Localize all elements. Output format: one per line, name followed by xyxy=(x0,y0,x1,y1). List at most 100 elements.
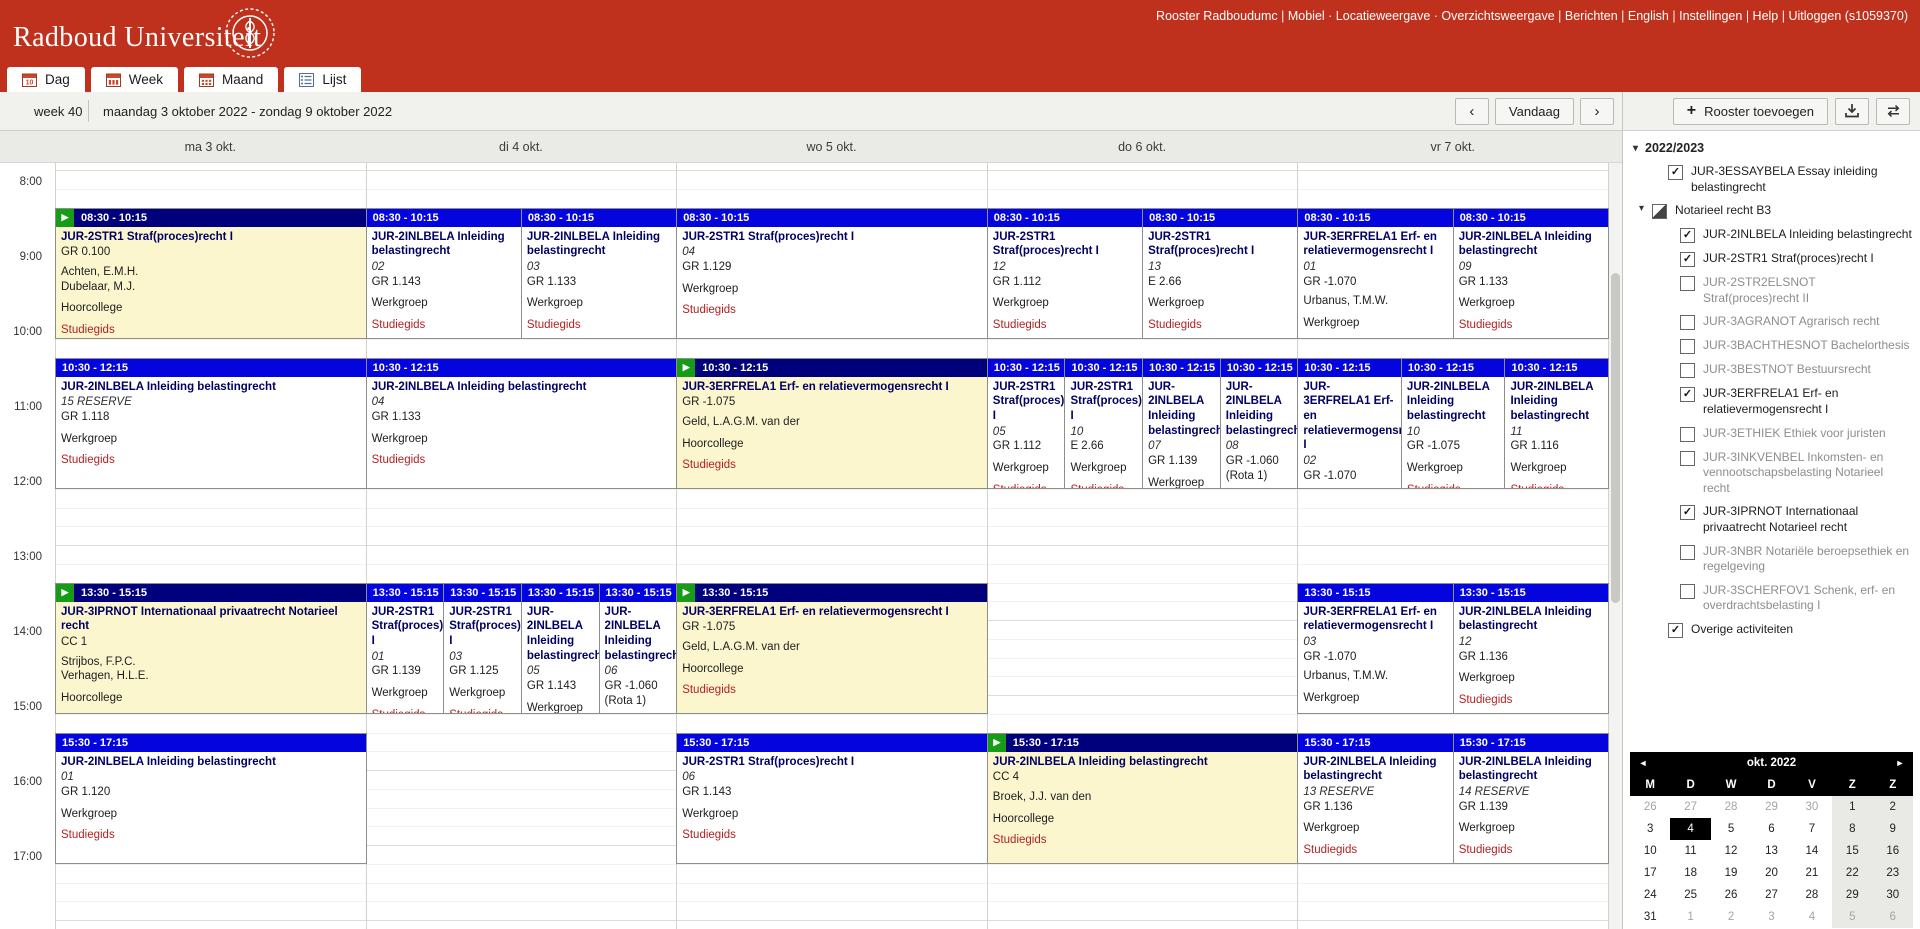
calendar-event[interactable]: 08:30 - 10:15JUR-2STR1 Straf(proces)rech… xyxy=(676,208,988,339)
nav-link-rooster-radboudumc[interactable]: Rooster Radboudumc xyxy=(1156,9,1278,23)
mini-calendar-day[interactable]: 18 xyxy=(1670,862,1710,884)
mini-calendar-day[interactable]: 21 xyxy=(1792,862,1832,884)
checkbox-checked[interactable]: ✓ xyxy=(1680,387,1695,402)
studiegids-link[interactable]: Studiegids xyxy=(1070,483,1137,489)
calendar-event[interactable]: 10:30 - 12:15JUR-2STR1 Straf(proces)rech… xyxy=(1064,358,1143,489)
checkbox-unchecked[interactable] xyxy=(1680,451,1695,466)
mini-calendar-day[interactable]: 3 xyxy=(1751,906,1791,928)
next-week-button[interactable]: › xyxy=(1580,98,1614,125)
tab-week[interactable]: Week xyxy=(91,67,178,92)
mini-calendar-day[interactable]: 6 xyxy=(1751,818,1791,840)
mini-calendar-day[interactable]: 29 xyxy=(1751,796,1791,818)
checkbox-unchecked[interactable] xyxy=(1680,584,1695,599)
mini-calendar-day[interactable]: 2 xyxy=(1873,796,1913,818)
calendar-event[interactable]: 10:30 - 12:15JUR-2INLBELA Inleiding bela… xyxy=(1504,358,1609,489)
course-item[interactable]: JUR-3BESTNOT Bestuursrecht xyxy=(1623,358,1920,382)
tab-lijst[interactable]: Lijst xyxy=(284,67,361,92)
studiegids-link[interactable]: Studiegids xyxy=(682,828,982,843)
checkbox-unchecked[interactable] xyxy=(1680,276,1695,291)
mini-calendar-day[interactable]: 8 xyxy=(1832,818,1872,840)
course-item[interactable]: ✓JUR-2INLBELA Inleiding belastingrecht xyxy=(1623,223,1920,247)
tab-maand[interactable]: Maand xyxy=(184,67,278,92)
mini-calendar-day[interactable]: 23 xyxy=(1873,862,1913,884)
calendar-event[interactable]: ▶15:30 - 17:15JUR-2INLBELA Inleiding bel… xyxy=(987,733,1299,864)
calendar-event[interactable]: 15:30 - 17:15JUR-2INLBELA Inleiding bela… xyxy=(1453,733,1609,864)
studiegids-link[interactable]: Studiegids xyxy=(682,683,982,698)
mini-calendar-day[interactable]: 7 xyxy=(1792,818,1832,840)
mini-calendar-day[interactable]: 2 xyxy=(1711,906,1751,928)
course-item[interactable]: JUR-3NBR Notariële beroepsethiek en rege… xyxy=(1623,540,1920,579)
mini-calendar-prev-icon[interactable]: ◄ xyxy=(1630,758,1656,768)
mini-calendar-day[interactable]: 29 xyxy=(1832,884,1872,906)
mini-calendar-day[interactable]: 24 xyxy=(1630,884,1670,906)
studiegids-link[interactable]: Studiegids xyxy=(1148,318,1292,333)
course-item[interactable]: ✓JUR-2STR1 Straf(proces)recht I xyxy=(1623,247,1920,271)
studiegids-link[interactable]: Studiegids xyxy=(1303,338,1447,339)
calendar-event[interactable]: 08:30 - 10:15JUR-2INLBELA Inleiding bela… xyxy=(1453,208,1609,339)
studiegids-link[interactable]: Studiegids xyxy=(1459,693,1603,708)
calendar-event[interactable]: 13:30 - 15:15JUR-2INLBELA Inleiding bela… xyxy=(599,583,678,714)
mini-calendar-day[interactable]: 11 xyxy=(1670,840,1710,862)
mini-calendar-day[interactable]: 16 xyxy=(1873,840,1913,862)
calendar-event[interactable]: 08:30 - 10:15JUR-2STR1 Straf(proces)rech… xyxy=(987,208,1143,339)
checkbox-checked[interactable]: ✓ xyxy=(1668,165,1683,180)
nav-link-english[interactable]: English xyxy=(1628,9,1669,23)
calendar-event[interactable]: 15:30 - 17:15JUR-2STR1 Straf(proces)rech… xyxy=(676,733,988,864)
mini-calendar-day[interactable]: 12 xyxy=(1711,840,1751,862)
calendar-event[interactable]: 15:30 - 17:15JUR-2INLBELA Inleiding bela… xyxy=(55,733,367,864)
calendar-event[interactable]: 10:30 - 12:15JUR-2INLBELA Inleiding bela… xyxy=(366,358,678,489)
studiegids-link[interactable]: Studiegids xyxy=(993,483,1060,489)
nav-link-help[interactable]: Help xyxy=(1753,9,1779,23)
studiegids-link[interactable]: Studiegids xyxy=(372,453,672,468)
studiegids-link[interactable]: Studiegids xyxy=(449,708,516,714)
calendar-event[interactable]: ▶13:30 - 15:15JUR-3IPRNOT Internationaal… xyxy=(55,583,367,714)
course-item[interactable]: JUR-3ETHIEK Ethiek voor juristen xyxy=(1623,422,1920,446)
mini-calendar-day[interactable]: 30 xyxy=(1792,796,1832,818)
calendar-event[interactable]: 10:30 - 12:15JUR-2INLBELA Inleiding bela… xyxy=(1142,358,1221,489)
checkbox-unchecked[interactable] xyxy=(1680,427,1695,442)
add-rooster-button[interactable]: + Rooster toevoegen xyxy=(1673,98,1828,125)
calendar-event[interactable]: ▶08:30 - 10:15JUR-2STR1 Straf(proces)rec… xyxy=(55,208,367,339)
calendar-event[interactable]: 10:30 - 12:15JUR-2INLBELA Inleiding bela… xyxy=(1220,358,1299,489)
mini-calendar-day[interactable]: 4 xyxy=(1792,906,1832,928)
studiegids-link[interactable]: Studiegids xyxy=(61,828,361,843)
mini-calendar-day[interactable]: 17 xyxy=(1630,862,1670,884)
course-item[interactable]: ✓JUR-3IPRNOT Internationaal privaatrecht… xyxy=(1623,500,1920,539)
studiegids-link[interactable]: Studiegids xyxy=(993,318,1137,333)
studiegids-link[interactable]: Studiegids xyxy=(61,453,361,468)
studiegids-link[interactable]: Studiegids xyxy=(1303,713,1447,714)
studiegids-link[interactable]: Studiegids xyxy=(1510,483,1603,489)
prev-week-button[interactable]: ‹ xyxy=(1455,98,1489,125)
studiegids-link[interactable]: Studiegids xyxy=(372,708,439,714)
studiegids-link[interactable]: Studiegids xyxy=(1407,483,1500,489)
calendar-event[interactable]: 13:30 - 15:15JUR-2STR1 Straf(proces)rech… xyxy=(443,583,522,714)
checkbox-checked[interactable]: ✓ xyxy=(1680,252,1695,267)
calendar-event[interactable]: 10:30 - 12:15JUR-2INLBELA Inleiding bela… xyxy=(1401,358,1506,489)
checkbox-partial[interactable] xyxy=(1652,204,1667,219)
checkbox-unchecked[interactable] xyxy=(1680,339,1695,354)
calendar-event[interactable]: 13:30 - 15:15JUR-2STR1 Straf(proces)rech… xyxy=(366,583,445,714)
mini-calendar-day[interactable]: 30 xyxy=(1873,884,1913,906)
course-item[interactable]: JUR-3BACHTHESNOT Bachelorthesis xyxy=(1623,334,1920,358)
mini-calendar-day[interactable]: 26 xyxy=(1711,884,1751,906)
scrollbar-thumb[interactable] xyxy=(1611,273,1620,603)
collapse-icon[interactable]: ▾ xyxy=(1639,203,1644,214)
vertical-scrollbar[interactable] xyxy=(1608,163,1622,929)
course-item[interactable]: ✓JUR-3ESSAYBELA Essay inleiding belastin… xyxy=(1623,160,1920,199)
course-item[interactable]: JUR-2STR2ELSNOT Straf(proces)recht II xyxy=(1623,271,1920,310)
mini-calendar-day[interactable]: 27 xyxy=(1670,796,1710,818)
nav-link-instellingen[interactable]: Instellingen xyxy=(1679,9,1742,23)
calendar-event[interactable]: 08:30 - 10:15JUR-3ERFRELA1 Erf- en relat… xyxy=(1297,208,1453,339)
calendar-event[interactable]: 08:30 - 10:15JUR-2INLBELA Inleiding bela… xyxy=(366,208,522,339)
course-item[interactable]: JUR-3SCHERFOV1 Schenk, erf- en overdrach… xyxy=(1623,579,1920,618)
studiegids-link[interactable]: Studiegids xyxy=(993,833,1293,848)
checkbox-checked[interactable]: ✓ xyxy=(1680,228,1695,243)
checkbox-unchecked[interactable] xyxy=(1680,315,1695,330)
mini-calendar-day[interactable]: 1 xyxy=(1832,796,1872,818)
mini-calendar-day[interactable]: 28 xyxy=(1792,884,1832,906)
calendar-event[interactable]: 13:30 - 15:15JUR-3ERFRELA1 Erf- en relat… xyxy=(1297,583,1453,714)
calendar-event[interactable]: 10:30 - 12:15JUR-2STR1 Straf(proces)rech… xyxy=(987,358,1066,489)
year-group-row[interactable]: ▾ 2022/2023 xyxy=(1623,131,1920,160)
mini-calendar-day[interactable]: 28 xyxy=(1711,796,1751,818)
studiegids-link[interactable]: Studiegids xyxy=(61,323,361,338)
